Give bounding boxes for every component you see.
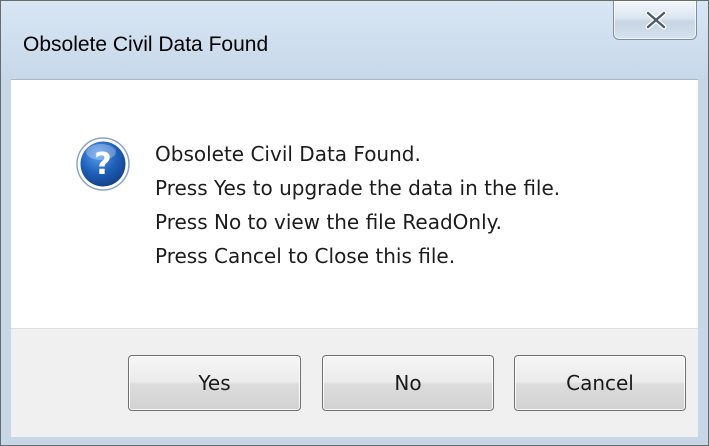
- message-line: Press Cancel to Close this file.: [155, 244, 456, 268]
- title-bar[interactable]: Obsolete Civil Data Found: [1, 1, 708, 79]
- yes-button[interactable]: Yes: [128, 355, 301, 411]
- message-area: ? Obsolete Civil Data Found. Press Yes t…: [11, 79, 698, 328]
- close-button[interactable]: [613, 1, 697, 40]
- question-icon: ?: [76, 137, 130, 191]
- dialog-title: Obsolete Civil Data Found: [23, 33, 269, 56]
- message-line: Press Yes to upgrade the data in the fil…: [155, 176, 561, 200]
- button-bar: Yes No Cancel: [11, 328, 698, 437]
- message-line: Press No to view the file ReadOnly.: [155, 210, 502, 234]
- svg-text:?: ?: [94, 147, 111, 182]
- message-text: Obsolete Civil Data Found. Press Yes to …: [155, 137, 560, 273]
- message-line: Obsolete Civil Data Found.: [155, 142, 421, 166]
- cancel-button[interactable]: Cancel: [514, 355, 686, 411]
- no-button[interactable]: No: [322, 355, 494, 411]
- close-x-icon: [645, 10, 667, 30]
- message-dialog: Obsolete Civil Data Found ? Obsolete Civ…: [0, 0, 709, 446]
